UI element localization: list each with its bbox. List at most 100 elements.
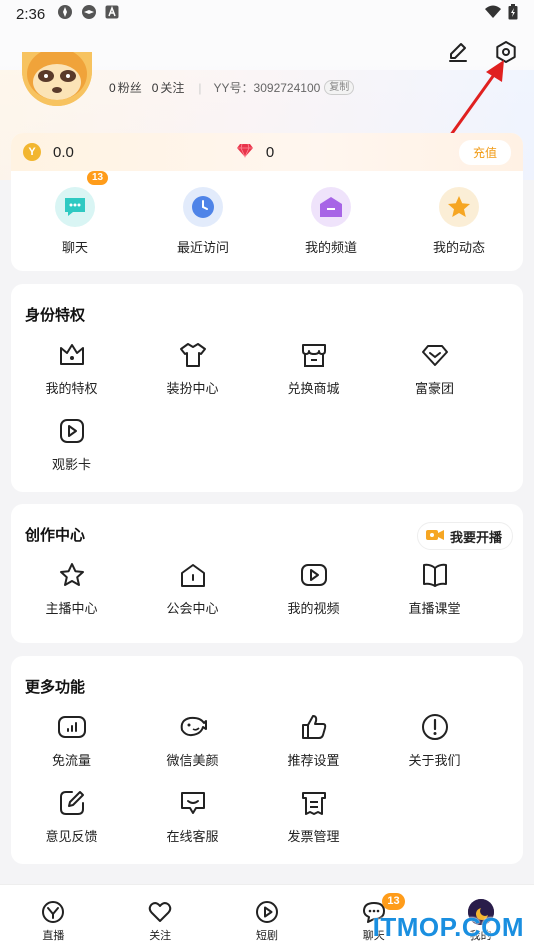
nav-label: 关注 xyxy=(149,930,172,942)
star-icon xyxy=(439,187,479,227)
chat-nav-badge: 13 xyxy=(382,893,405,910)
home-icon xyxy=(178,560,208,590)
grid-item-label: 主播中心 xyxy=(45,601,98,616)
grid-item-dressup-center[interactable]: 装扮中心 xyxy=(132,340,253,416)
grid-item-label: 意见反馈 xyxy=(45,829,98,844)
star-outline-icon xyxy=(57,560,87,590)
grid-item-label: 我的视频 xyxy=(287,601,340,616)
section-title: 身份特权 xyxy=(25,307,86,324)
heart-icon xyxy=(147,899,173,925)
recharge-button[interactable]: 充值 xyxy=(458,139,511,165)
invoice-icon xyxy=(299,788,329,818)
quick-item-my-moments[interactable]: 我的动态 xyxy=(395,171,523,271)
quick-entries: 13 聊天 最近访问 我的频道 我的动态 xyxy=(11,171,523,271)
yy-number: 3092724100 xyxy=(253,80,321,95)
grid-item-label: 我的特权 xyxy=(45,381,98,396)
grid-item-label: 发票管理 xyxy=(287,829,340,844)
channel-icon xyxy=(311,187,351,227)
movie-card-icon xyxy=(57,416,87,446)
section-title: 更多功能 xyxy=(25,679,86,696)
book-icon xyxy=(420,560,450,590)
battery-icon xyxy=(508,4,518,24)
quick-item-label: 我的频道 xyxy=(304,240,357,255)
quick-item-recent-visits[interactable]: 最近访问 xyxy=(139,171,267,271)
grid-item-feedback[interactable]: 意见反馈 xyxy=(11,788,132,864)
coin-balance[interactable]: 0.0 xyxy=(53,144,74,161)
copy-button[interactable]: 复制 xyxy=(324,80,355,95)
nav-label: 直播 xyxy=(42,930,65,942)
creation-section: 创作中心 我要开播 主播中心 公会中心 我的视频 直播课堂 xyxy=(11,504,523,643)
grid-item-my-privileges[interactable]: 我的特权 xyxy=(11,340,132,416)
crown-icon xyxy=(57,340,87,370)
quick-item-my-channel[interactable]: 我的频道 xyxy=(267,171,395,271)
go-live-button[interactable]: 我要开播 xyxy=(416,522,513,550)
grid-item-label: 富豪团 xyxy=(414,381,454,396)
grid-item-guild-center[interactable]: 公会中心 xyxy=(132,560,253,636)
clock-icon xyxy=(183,187,223,227)
coin-icon: Y xyxy=(23,143,41,161)
grid-item-label: 直播课堂 xyxy=(408,601,461,616)
quick-item-label: 最近访问 xyxy=(176,240,229,255)
wallet-strip: Y 0.0 0 充值 xyxy=(11,133,523,171)
grid-item-label: 兑换商城 xyxy=(287,381,340,396)
shirt-icon xyxy=(178,340,208,370)
diamond-outline-icon xyxy=(420,340,450,370)
customer-service-icon xyxy=(178,788,208,818)
identity-grid: 我的特权 装扮中心 兑换商城 富豪团 观影卡 xyxy=(11,340,523,492)
thumbs-up-icon xyxy=(299,712,329,742)
grid-item-online-service[interactable]: 在线客服 xyxy=(132,788,253,864)
nav-item-short-drama[interactable]: 短剧 xyxy=(214,885,321,950)
quick-item-label: 我的动态 xyxy=(432,240,485,255)
data-traffic-icon xyxy=(57,712,87,742)
grid-item-wechat-beauty[interactable]: 微信美颜 xyxy=(132,712,253,788)
section-title: 创作中心 xyxy=(25,527,86,544)
play-icon xyxy=(254,899,280,925)
grid-item-invoice-management[interactable]: 发票管理 xyxy=(253,788,374,864)
notification-icon xyxy=(81,4,97,24)
status-bar: 2:36 xyxy=(0,0,534,28)
grid-item-recommend-settings[interactable]: 推荐设置 xyxy=(253,712,374,788)
grid-item-label: 关于我们 xyxy=(408,753,461,768)
quick-item-chat[interactable]: 13 聊天 xyxy=(11,171,139,271)
grid-item-rich-club[interactable]: 富豪团 xyxy=(374,340,495,416)
nav-item-follow[interactable]: 关注 xyxy=(107,885,214,950)
grid-item-live-classroom[interactable]: 直播课堂 xyxy=(374,560,495,636)
grid-item-my-videos[interactable]: 我的视频 xyxy=(253,560,374,636)
app-notification-icon xyxy=(105,5,119,23)
live-icon xyxy=(40,899,66,925)
grid-item-anchor-center[interactable]: 主播中心 xyxy=(11,560,132,636)
grid-item-about-us[interactable]: 关于我们 xyxy=(374,712,495,788)
feedback-icon xyxy=(57,788,87,818)
video-icon xyxy=(299,560,329,590)
diamond-balance[interactable]: 0 xyxy=(266,144,274,161)
grid-item-free-data[interactable]: 免流量 xyxy=(11,712,132,788)
profile-header: 0 粉丝 0 关注 | YY号： 3092724100 复制 xyxy=(22,52,522,112)
grid-item-label: 公会中心 xyxy=(166,601,219,616)
camera-icon xyxy=(425,529,444,544)
chat-badge: 13 xyxy=(87,171,109,185)
grid-item-exchange-mall[interactable]: 兑换商城 xyxy=(253,340,374,416)
more-section: 更多功能 免流量 微信美颜 推荐设置 关于我们 意见反馈 在线客服 发票管理 xyxy=(11,656,523,864)
grid-item-label: 推荐设置 xyxy=(287,753,340,768)
grid-item-label: 装扮中心 xyxy=(166,381,219,396)
nav-item-live[interactable]: 直播 xyxy=(0,885,107,950)
creation-grid: 主播中心 公会中心 我的视频 直播课堂 xyxy=(11,560,523,636)
grid-item-label: 观影卡 xyxy=(51,457,91,472)
diamond-icon xyxy=(236,143,254,162)
nav-label: 短剧 xyxy=(255,930,278,942)
wifi-icon xyxy=(484,5,502,23)
status-right xyxy=(484,4,518,24)
more-grid: 免流量 微信美颜 推荐设置 关于我们 意见反馈 在线客服 发票管理 xyxy=(11,712,523,864)
site-watermark: ITMOP.COM xyxy=(372,912,524,942)
grid-item-label: 微信美颜 xyxy=(166,753,219,768)
stats-divider: | xyxy=(198,80,202,95)
yy-label: YY号： xyxy=(213,81,254,95)
profile-stats: 0 粉丝 0 关注 | YY号： 3092724100 复制 xyxy=(109,79,355,96)
avatar[interactable] xyxy=(22,52,92,106)
follow-count[interactable]: 0 关注 xyxy=(152,79,185,96)
fans-count[interactable]: 0 粉丝 xyxy=(109,79,142,96)
notification-icon xyxy=(57,4,73,24)
grid-item-movie-card[interactable]: 观影卡 xyxy=(11,416,132,492)
quick-item-label: 聊天 xyxy=(61,240,88,255)
shop-icon xyxy=(299,340,329,370)
